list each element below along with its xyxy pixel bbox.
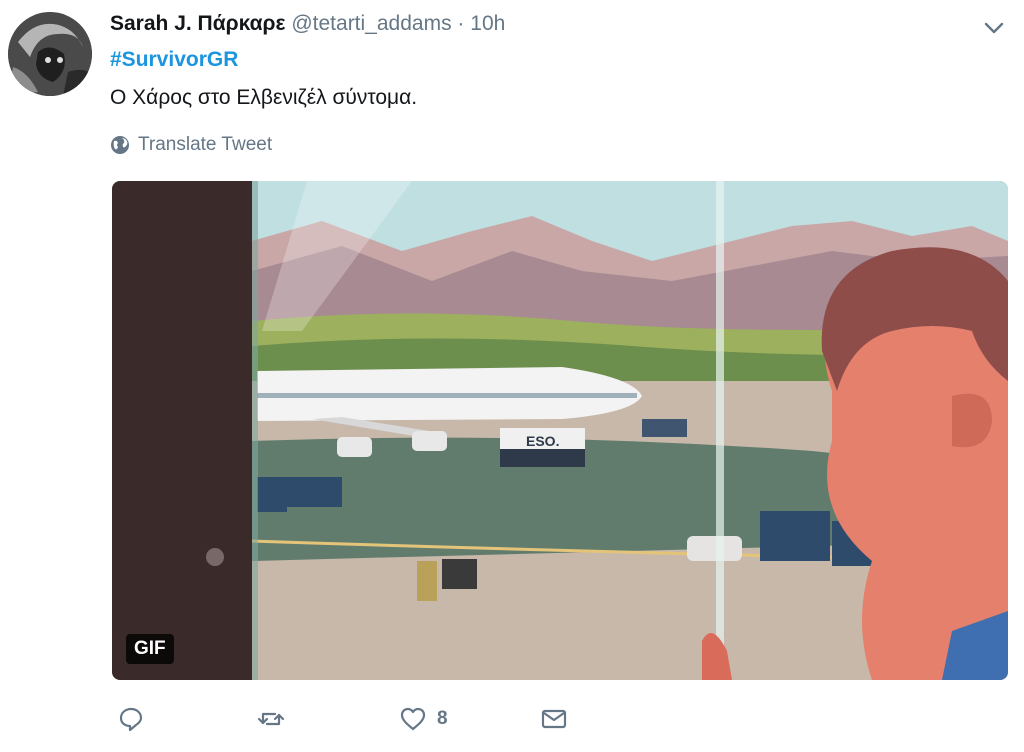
avatar-image bbox=[8, 12, 92, 96]
like-count: 8 bbox=[437, 708, 448, 729]
avatar[interactable] bbox=[8, 12, 92, 96]
retweet-icon bbox=[257, 712, 285, 726]
author-name[interactable]: Sarah J. Πάρκαρε bbox=[110, 12, 286, 35]
tweet-header: Sarah J. Πάρκαρε @tetarti_addams · 10h bbox=[110, 12, 505, 36]
translate-label: Translate Tweet bbox=[138, 134, 273, 155]
translate-tweet-link[interactable]: Translate Tweet bbox=[110, 134, 272, 156]
heart-icon bbox=[400, 707, 426, 731]
gif-frame: ESO. bbox=[112, 181, 1008, 680]
tweet-timestamp[interactable]: 10h bbox=[470, 12, 505, 35]
gif-badge: GIF bbox=[126, 634, 174, 664]
hashtag-link[interactable]: #SurvivorGR bbox=[110, 48, 238, 72]
reply-button[interactable] bbox=[117, 705, 145, 733]
retweet-button[interactable] bbox=[257, 705, 285, 733]
like-button[interactable]: 8 bbox=[399, 705, 448, 733]
gif-media[interactable]: ESO. bbox=[112, 181, 1008, 680]
tweet-text: Ο Χάρος στο Ελβενιζέλ σύντομα. bbox=[110, 86, 418, 109]
globe-icon bbox=[111, 136, 129, 154]
separator-dot: · bbox=[457, 12, 465, 35]
truck-label: ESO. bbox=[526, 433, 559, 449]
direct-message-button[interactable] bbox=[540, 705, 568, 733]
envelope-icon bbox=[541, 709, 567, 729]
author-handle[interactable]: @tetarti_addams bbox=[291, 12, 451, 35]
tweet-actions: 8 bbox=[0, 705, 1024, 741]
reply-icon bbox=[119, 707, 143, 732]
chevron-down-icon[interactable] bbox=[982, 16, 1006, 40]
